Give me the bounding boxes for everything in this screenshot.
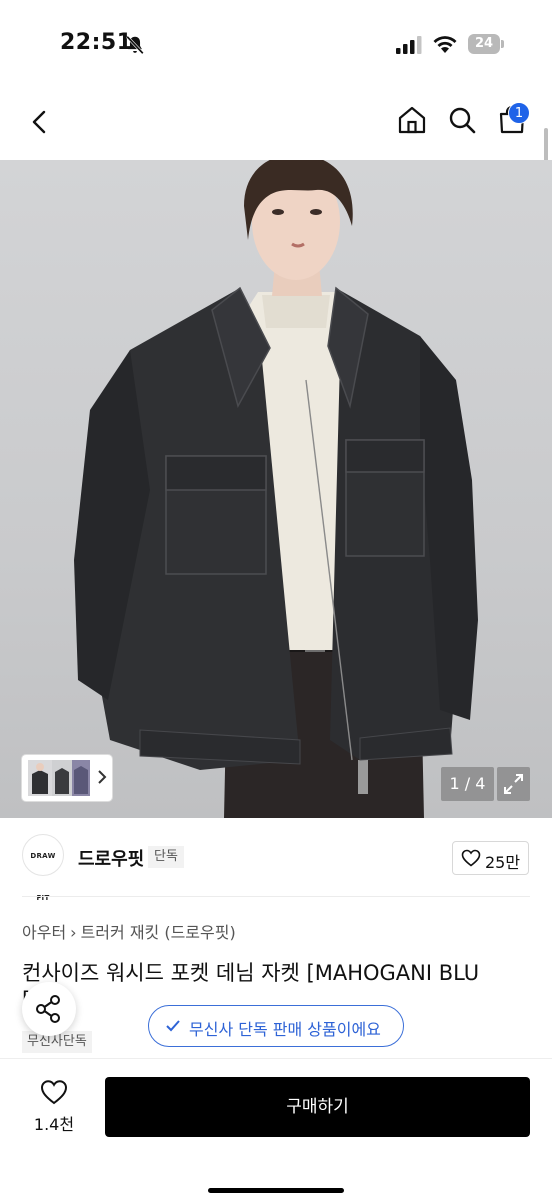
image-page-counter: 1 / 4: [441, 767, 494, 801]
brand-logo[interactable]: DRAW FIT: [22, 834, 64, 902]
brand-name[interactable]: 드로우핏: [78, 845, 144, 871]
battery-icon: 24: [468, 34, 504, 54]
battery-tip: [501, 40, 504, 48]
expand-button[interactable]: [497, 767, 530, 801]
signal-icon: [396, 36, 422, 54]
thumbnail-1[interactable]: [28, 760, 52, 796]
bell-off-icon: [126, 35, 144, 55]
nav-bar: [0, 90, 552, 160]
status-bar: 22:51 24: [0, 0, 552, 90]
battery-level: 24: [468, 34, 500, 54]
product-title: 컨사이즈 워시드 포켓 데님 자켓 [MAHOGANI BLU: [22, 961, 480, 985]
check-icon: [166, 1020, 180, 1032]
back-icon[interactable]: [24, 106, 56, 138]
share-button[interactable]: [22, 982, 76, 1036]
breadcrumb-separator: ›: [70, 923, 77, 942]
divider: [22, 896, 530, 897]
wifi-icon: [433, 36, 457, 53]
heart-icon: [40, 1080, 68, 1105]
product-photo: [74, 160, 478, 818]
breadcrumb: 아우터 › 트러커 재킷 (드로우핏): [22, 919, 236, 943]
home-indicator: [208, 1188, 344, 1193]
buy-button[interactable]: 구매하기: [105, 1077, 530, 1137]
status-time: 22:51: [60, 30, 133, 55]
brand-exclusive-tag: 단독: [148, 846, 184, 868]
product-image[interactable]: [0, 160, 552, 818]
bottom-action-bar: 1.4천 구매하기: [0, 1058, 552, 1200]
expand-icon: [504, 774, 523, 794]
heart-icon: [461, 849, 481, 867]
breadcrumb-subcategory[interactable]: 트러커 재킷 (드로우핏): [81, 923, 236, 942]
exclusive-banner[interactable]: 무신사 단독 판매 상품이에요: [148, 1005, 404, 1047]
brand-row: DRAW FIT 드로우핏 단독 25만: [0, 830, 552, 902]
thumbnail-3[interactable]: [72, 760, 90, 796]
wishlist-count: 1.4천: [33, 1115, 75, 1134]
share-icon: [36, 995, 60, 1023]
exclusive-banner-text: 무신사 단독 판매 상품이에요: [189, 1020, 381, 1039]
chevron-right-icon[interactable]: [96, 769, 108, 785]
cart-count-badge: 1: [508, 102, 530, 124]
brand-like-count: 25만: [485, 853, 521, 872]
brand-like-button[interactable]: 25만: [452, 841, 529, 875]
thumbnail-2[interactable]: [52, 760, 72, 796]
wishlist-button[interactable]: 1.4천: [26, 1079, 82, 1139]
thumbnail-strip[interactable]: [22, 755, 112, 801]
search-icon[interactable]: [446, 104, 478, 136]
home-icon[interactable]: [396, 104, 428, 136]
breadcrumb-category[interactable]: 아우터: [22, 923, 66, 942]
